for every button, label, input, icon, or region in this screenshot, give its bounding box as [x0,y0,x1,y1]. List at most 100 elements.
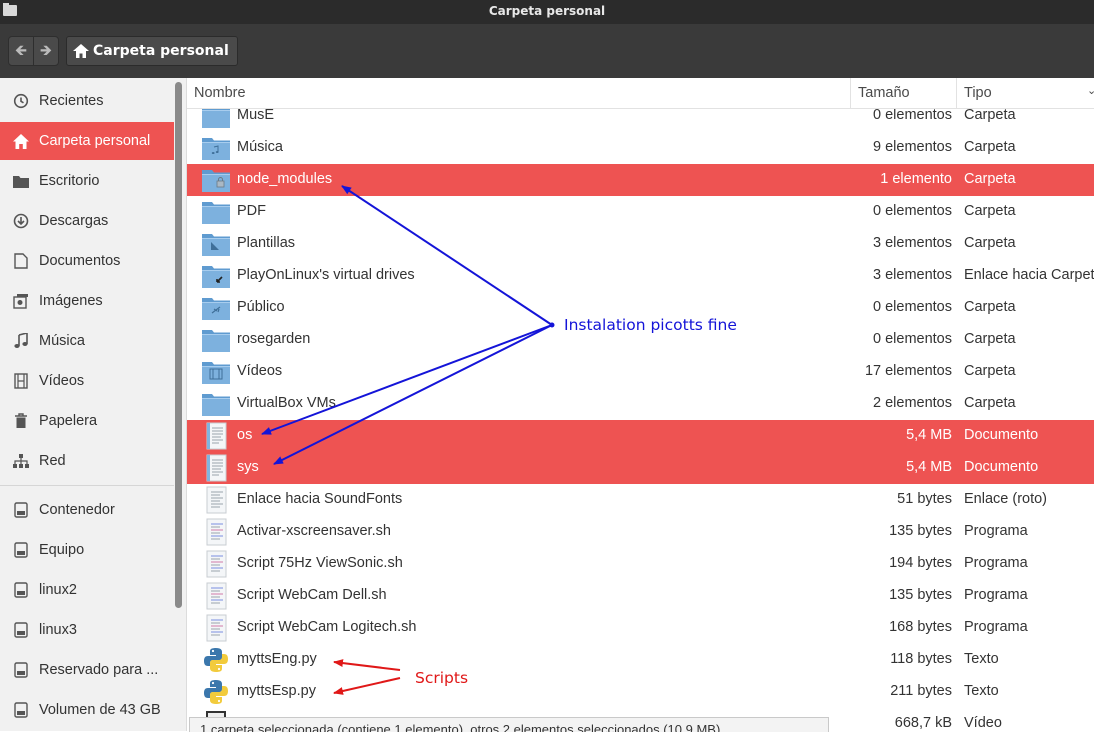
file-type: Vídeo [964,715,1002,731]
sidebar-item-label: Imágenes [39,293,103,309]
file-name: Enlace hacia SoundFonts [237,491,403,507]
sidebar-item-música[interactable]: Música [0,322,174,360]
clock-icon [12,92,30,110]
trash-icon [12,412,30,430]
file-size: 194 bytes [889,555,952,571]
text-document-icon [201,422,231,450]
sidebar: Recientes Carpeta personal Escritorio Desca… [0,78,187,731]
sidebar-item-descargas[interactable]: Descargas [0,202,174,240]
file-type: Carpeta [964,395,1016,411]
file-type: Enlace hacia Carpeta [964,267,1094,283]
file-type: Carpeta [964,139,1016,155]
file-size: 0 elementos [873,203,952,219]
forward-button[interactable]: 🡺 [33,36,59,66]
sidebar-item-label: Carpeta personal [39,133,151,149]
title-bar: Carpeta personal [0,0,1094,24]
file-row[interactable]: Script WebCam Logitech.sh 168 bytes Progra… [187,612,1094,644]
file-row[interactable]: PlayOnLinux's virtual drives 3 elementos E… [187,260,1094,292]
document-icon [12,252,30,270]
column-type[interactable]: Tipo [964,85,992,101]
file-row[interactable]: Enlace hacia SoundFonts 51 bytes Enlace (r… [187,484,1094,516]
file-name: os [237,427,253,443]
sidebar-item-imágenes[interactable]: Imágenes [0,282,174,320]
sidebar-item-label: Descargas [39,213,109,229]
sidebar-item-escritorio[interactable]: Escritorio [0,162,174,200]
status-bar: 1 carpeta seleccionada (contiene 1 eleme… [189,717,829,732]
home-icon [12,132,30,150]
sidebar-item-label: Escritorio [39,173,100,189]
sidebar-scrollbar[interactable] [175,82,182,608]
file-row[interactable]: Script WebCam Dell.sh 135 bytes Programa [187,580,1094,612]
column-divider [850,78,851,108]
file-type: Programa [964,555,1028,571]
file-row[interactable]: sys 5,4 MB Documento [187,452,1094,484]
file-type: Carpeta [964,363,1016,379]
file-row[interactable]: myttsEng.py 118 bytes Texto [187,644,1094,676]
file-row[interactable]: myttsEsp.py 211 bytes Texto [187,676,1094,708]
file-row[interactable]: Activar-xscreensaver.sh 135 bytes Programa [187,516,1094,548]
network-icon [12,452,30,470]
sidebar-item-equipo[interactable]: Equipo [0,531,174,569]
file-size: 1 elemento [880,171,952,187]
file-type: Carpeta [964,299,1016,315]
sidebar-item-volumen-de-43-gb[interactable]: Volumen de 43 GB [0,691,174,729]
sidebar-item-carpeta-personal[interactable]: Carpeta personal [0,122,174,160]
column-header: Nombre Tamaño Tipo ⌄ [187,78,1094,109]
chevron-down-icon[interactable]: ⌄ [1087,84,1094,97]
sidebar-item-reservado-para[interactable]: Reservado para ... [0,651,174,689]
file-name: node_modules [237,171,333,187]
desktop-folder-icon [12,172,30,190]
file-list: MusE 0 elementos Carpeta Música 9 elementos C… [187,78,1094,731]
script-icon [201,550,231,578]
sidebar-item-label: Documentos [39,253,121,269]
file-size: 3 elementos [873,267,952,283]
file-size: 9 elementos [873,139,952,155]
file-row[interactable]: PDF 0 elementos Carpeta [187,196,1094,228]
file-row[interactable]: node_modules 1 elemento Carpeta [187,164,1094,196]
file-name: myttsEsp.py [237,683,316,699]
file-type: Texto [964,651,999,667]
file-size: 135 bytes [889,523,952,539]
file-row[interactable]: Música 9 elementos Carpeta [187,132,1094,164]
path-home-button[interactable]: Carpeta personal [66,36,238,66]
film-icon [12,372,30,390]
file-size: 0 elementos [873,331,952,347]
sidebar-item-recientes[interactable]: Recientes [0,82,174,120]
sidebar-item-label: linux3 [39,622,77,638]
sidebar-item-documentos[interactable]: Documentos [0,242,174,280]
file-row[interactable]: Plantillas 3 elementos Carpeta [187,228,1094,260]
download-icon [12,212,30,230]
folder-icon [201,326,231,354]
templates-folder-icon [201,230,231,258]
python-icon [201,646,231,674]
back-button[interactable]: 🡸 [8,36,34,66]
file-size: 168 bytes [889,619,952,635]
file-size: 51 bytes [897,491,952,507]
file-type: Carpeta [964,235,1016,251]
sidebar-item-label: Contenedor [39,502,115,518]
window-title: Carpeta personal [488,4,606,18]
file-row[interactable]: Script 75Hz ViewSonic.sh 194 bytes Program… [187,548,1094,580]
sidebar-item-label: Recientes [39,93,104,109]
sidebar-item-linux2[interactable]: linux2 [0,571,174,609]
file-row[interactable]: Vídeos 17 elementos Carpeta [187,356,1094,388]
script-icon [201,518,231,546]
column-name[interactable]: Nombre [194,85,246,101]
music-folder-icon [201,134,231,162]
drive-icon [12,501,30,519]
sidebar-item-label: Volumen de 43 GB [39,702,161,718]
sidebar-item-linux3[interactable]: linux3 [0,611,174,649]
sidebar-item-vídeos[interactable]: Vídeos [0,362,174,400]
file-row[interactable]: os 5,4 MB Documento [187,420,1094,452]
column-size[interactable]: Tamaño [858,85,910,101]
folder-icon [201,390,231,418]
header-bar: 🡸 🡺 Carpeta personal [0,24,1094,78]
drive-icon [12,581,30,599]
file-row[interactable]: VirtualBox VMs 2 elementos Carpeta [187,388,1094,420]
locked-folder-icon [201,166,231,194]
sidebar-item-red[interactable]: Red [0,442,174,480]
file-name: PlayOnLinux's virtual drives [237,267,415,283]
sidebar-item-papelera[interactable]: Papelera [0,402,174,440]
sidebar-item-label: linux2 [39,582,77,598]
sidebar-item-contenedor[interactable]: Contenedor [0,491,174,529]
